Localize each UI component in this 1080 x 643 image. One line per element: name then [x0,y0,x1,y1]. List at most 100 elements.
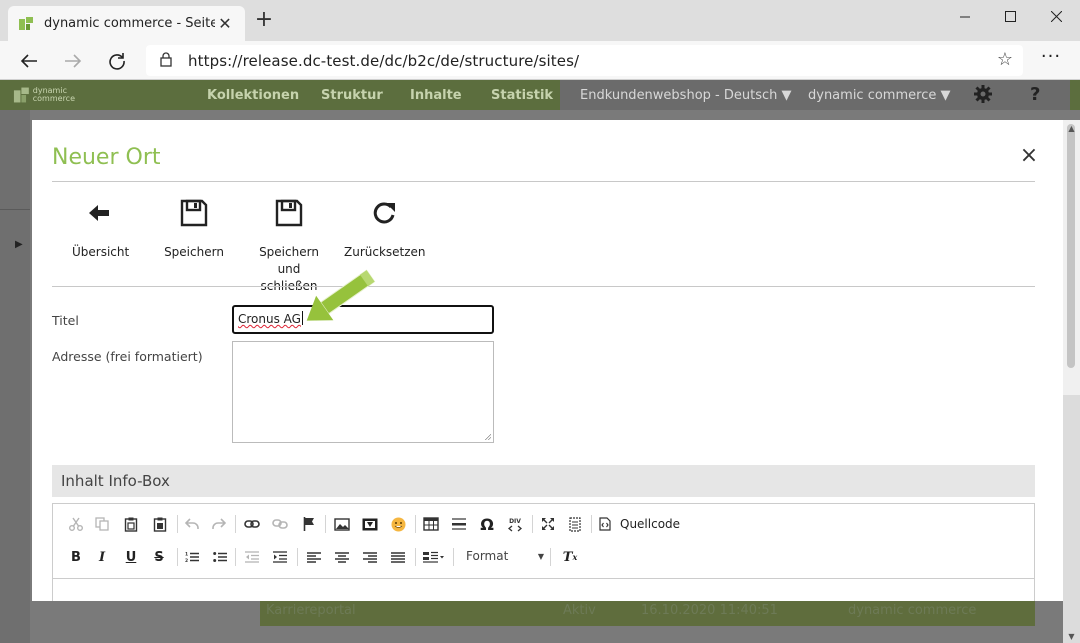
maximize-editor-icon[interactable] [537,514,559,534]
overview-button[interactable]: Übersicht [72,198,130,261]
close-window-icon[interactable] [1033,0,1079,32]
nav-struktur[interactable]: Struktur [321,88,383,103]
nav-statistik[interactable]: Statistik [491,88,553,103]
reset-button[interactable]: Zurücksetzen [344,198,426,261]
numbered-list-icon[interactable]: 12 [181,547,203,567]
toolbar-separator [532,515,533,533]
new-tab-button[interactable]: + [252,9,276,33]
sidebar-expand-icon[interactable]: ▶ [15,239,23,250]
horizontal-rule-icon[interactable] [448,514,470,534]
scroll-up-icon[interactable]: ▲ [1063,124,1080,133]
toolbar-separator [235,515,236,533]
resize-handle-icon[interactable] [484,433,491,440]
toolbar-separator [325,515,326,533]
shop-select[interactable]: Endkundenwebshop - Deutsch ▼ [580,88,792,103]
maximize-icon[interactable] [987,0,1033,32]
source-code-icon[interactable] [594,514,616,534]
paragraph-style-icon[interactable] [421,547,447,567]
div-container-icon[interactable]: DIV [504,514,526,534]
help-icon[interactable]: ? [1030,84,1040,105]
remove-format-icon[interactable]: Tx [559,547,581,567]
dc-logo-icon [13,87,29,103]
link-icon[interactable] [241,514,263,534]
image-icon[interactable] [331,514,353,534]
unlink-icon[interactable] [269,514,291,534]
strikethrough-icon[interactable]: S [148,547,170,567]
bold-icon[interactable]: B [65,547,87,567]
browser-tab[interactable]: dynamic commerce - Seiten ✕ [8,6,245,41]
copy-icon[interactable] [91,514,113,534]
sidebar-divider [0,209,30,210]
close-icon[interactable]: × [1018,145,1040,167]
align-center-icon[interactable] [331,547,353,567]
address-textarea[interactable] [232,341,494,443]
save-close-label-1: Speichern und [259,245,319,276]
new-location-dialog: Neuer Ort × Übersicht Speichern Speicher… [32,120,1063,601]
undo-icon[interactable] [181,514,203,534]
dc-favicon-icon [18,16,34,32]
app-logo: dynamic commerce [13,84,75,106]
title-label: Titel [52,313,79,328]
overview-label: Übersicht [72,245,130,259]
toolbar-separator [177,515,178,533]
italic-icon[interactable]: I [91,547,113,567]
align-justify-icon[interactable] [387,547,409,567]
browser-menu-icon[interactable]: ··· [1036,46,1066,74]
infobox-editor: Ω DIV Quellcode B I U S 12 Format ▼ T x [52,503,1035,601]
nav-kollektionen[interactable]: Kollektionen [207,88,299,103]
company-select[interactable]: dynamic commerce ▼ [808,88,950,103]
row-date: 16.10.2020 11:40:51 [641,603,778,618]
save-icon [164,198,224,228]
paste-word-icon[interactable] [149,514,171,534]
title-divider [52,181,1035,182]
format-dropdown[interactable]: Format ▼ [466,549,544,569]
cut-icon[interactable] [65,514,87,534]
table-icon[interactable] [420,514,442,534]
paste-icon[interactable] [120,514,142,534]
svg-text:DIV: DIV [509,518,521,525]
scrollbar-track-lower [1063,395,1080,643]
title-input-value: Cronus AG [238,312,301,326]
scroll-down-icon[interactable]: ▼ [1063,632,1080,641]
row-status: Aktiv [563,603,596,618]
save-label: Speichern [164,245,224,259]
gear-icon[interactable] [973,84,993,108]
url-text: https://release.dc-test.de/dc/b2c/de/str… [188,51,580,70]
reload-icon[interactable] [103,47,131,75]
arrow-left-icon [72,198,126,228]
nav-inhalte[interactable]: Inhalte [410,88,462,103]
scrollbar-thumb[interactable] [1067,124,1075,368]
toolbar-separator [235,548,236,566]
minimize-icon[interactable] [942,0,988,32]
special-char-omega-icon[interactable]: Ω [476,514,498,534]
forward-arrow-icon[interactable] [59,47,87,75]
infobox-section-title: Inhalt Info-Box [52,465,1035,497]
save-button[interactable]: Speichern [164,198,224,261]
save-close-button[interactable]: Speichern und schließen [246,198,332,295]
show-blocks-icon[interactable] [564,514,586,534]
outdent-icon[interactable] [241,547,263,567]
source-code-button[interactable]: Quellcode [620,517,680,531]
favorite-star-icon[interactable]: ☆ [997,51,1013,69]
align-left-icon[interactable] [303,547,325,567]
address-bar[interactable]: https://release.dc-test.de/dc/b2c/de/str… [146,45,1023,76]
indent-icon[interactable] [269,547,291,567]
dialog-title: Neuer Ort [52,145,161,170]
toolbar-separator [591,515,592,533]
flash-icon[interactable] [359,514,381,534]
table-row[interactable]: Karriereportal Aktiv 16.10.2020 11:40:51… [260,600,1035,626]
app-sidebar [0,110,30,643]
underline-icon[interactable]: U [120,547,142,567]
redo-small-icon[interactable] [208,514,230,534]
smiley-icon[interactable] [387,514,409,534]
bullet-list-icon[interactable] [209,547,231,567]
redo-icon [344,198,424,228]
title-input[interactable]: Cronus AG [232,305,494,334]
back-arrow-icon[interactable] [15,47,43,75]
anchor-flag-icon[interactable] [298,514,320,534]
tab-close-icon[interactable]: ✕ [215,14,235,34]
logo-line2: commerce [32,94,75,103]
align-right-icon[interactable] [359,547,381,567]
address-label: Adresse (frei formatiert) [52,349,203,364]
toolbar-separator [550,548,551,566]
